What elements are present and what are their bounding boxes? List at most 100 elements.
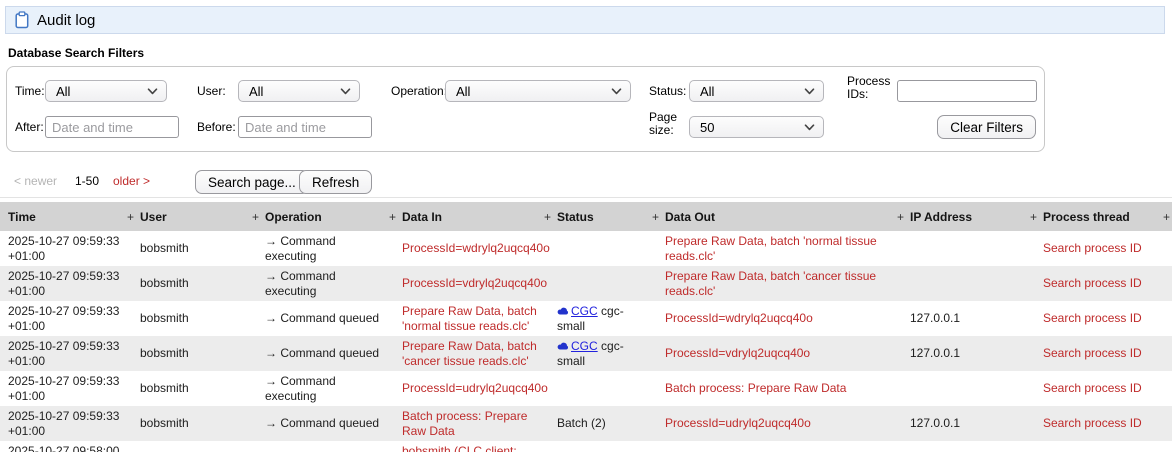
- data-in-link[interactable]: bobsmith (CLC client: clcgenomicswb): [402, 444, 517, 452]
- data-in-link[interactable]: ProcessId=wdrylq2uqcq40o: [402, 241, 550, 255]
- table-row: 2025-10-27 09:59:33 +01:00 bobsmith → Co…: [0, 336, 1172, 371]
- search-process-id-link[interactable]: Search process ID: [1043, 276, 1142, 290]
- result-range: 1-50: [75, 174, 100, 188]
- cell-operation: → Command executing: [265, 269, 336, 298]
- chevron-down-icon: [147, 82, 158, 100]
- search-process-id-link[interactable]: Search process ID: [1043, 346, 1142, 360]
- cell-time: 2025-10-27 09:59:33 +01:00: [8, 339, 120, 368]
- time-filter-label: Time:: [15, 84, 45, 98]
- status-filter-label: Status:: [649, 84, 687, 98]
- cell-time: 2025-10-27 09:59:33 +01:00: [8, 374, 120, 403]
- operation-select[interactable]: All: [445, 80, 631, 102]
- time-select-value: All: [56, 83, 71, 99]
- search-page-button[interactable]: Search page...: [195, 170, 309, 194]
- cloud-icon: [557, 304, 569, 318]
- data-in-link[interactable]: Prepare Raw Data, batch 'cancer tissue r…: [402, 339, 537, 367]
- data-in-link[interactable]: Batch process: Prepare Raw Data: [402, 409, 527, 437]
- chevron-down-icon: [804, 118, 815, 136]
- column-plus-button[interactable]: +: [897, 210, 904, 224]
- cell-operation: → Command queued: [265, 346, 380, 361]
- cell-operation: → Command queued: [265, 416, 380, 431]
- data-out-link[interactable]: Batch process: Prepare Raw Data: [665, 381, 846, 395]
- clear-filters-button[interactable]: Clear Filters: [937, 115, 1036, 139]
- data-in-link[interactable]: ProcessId=vdrylq2uqcq40o: [402, 276, 547, 290]
- pagination-toolbar: < newer 1-50 older > Search page... Refr…: [0, 168, 1172, 196]
- cell-user: bobsmith: [140, 346, 189, 361]
- chevron-down-icon: [340, 82, 351, 100]
- cell-time: 2025-10-27 09:59:33 +01:00: [8, 269, 120, 298]
- cell-status: [547, 231, 655, 266]
- after-filter-label: After:: [15, 120, 44, 134]
- data-in-link[interactable]: Prepare Raw Data, batch 'normal tissue r…: [402, 304, 537, 332]
- refresh-button[interactable]: Refresh: [299, 170, 373, 194]
- data-out-link[interactable]: Prepare Raw Data, batch 'normal tissue r…: [665, 234, 877, 262]
- older-page-link[interactable]: older >: [113, 174, 150, 188]
- before-datetime-input[interactable]: [238, 116, 372, 138]
- table-row: 2025-10-27 09:59:33 +01:00 bobsmith → Co…: [0, 266, 1172, 301]
- after-datetime-input[interactable]: [45, 116, 179, 138]
- column-plus-button[interactable]: +: [652, 210, 659, 224]
- cell-user: bobsmith: [140, 311, 189, 326]
- col-header-status: + Status: [544, 202, 655, 231]
- col-header-data-out: + Data Out: [652, 202, 900, 231]
- user-select[interactable]: All: [238, 80, 360, 102]
- cell-operation: → Login: [255, 441, 392, 452]
- titlebar: Audit log: [5, 6, 1165, 34]
- cgc-link[interactable]: CGC: [557, 339, 598, 353]
- data-out-link[interactable]: ProcessId=vdrylq2uqcq40o: [665, 346, 810, 360]
- data-out-link[interactable]: ProcessId=wdrylq2uqcq40o: [665, 311, 813, 325]
- cell-ip-address: 127.0.0.1: [910, 311, 961, 326]
- cell-status: Batch (2): [557, 416, 606, 431]
- filters-section-title: Database Search Filters: [8, 46, 145, 60]
- column-plus-button[interactable]: +: [1163, 210, 1170, 224]
- table-header-row: Time + User + Operation + Data In + Status +…: [0, 202, 1172, 231]
- audit-log-icon: [14, 11, 30, 29]
- time-select[interactable]: All: [45, 80, 167, 102]
- cell-status: [547, 371, 655, 406]
- cell-user: bobsmith: [140, 381, 189, 396]
- col-header-process-thread: + Process thread: [1030, 202, 1160, 231]
- search-process-id-link[interactable]: Search process ID: [1043, 241, 1142, 255]
- cell-ip-address: 127.0.0.1: [900, 441, 1033, 452]
- process-ids-label: Process IDs:: [847, 74, 891, 101]
- divider: [0, 197, 1172, 198]
- col-header-user: + User: [127, 202, 255, 231]
- cell-time: 2025-10-27 09:59:33 +01:00: [8, 234, 120, 263]
- cell-operation: → Command executing: [265, 234, 336, 263]
- cell-user: bobsmith: [140, 241, 189, 256]
- col-header-time: Time: [0, 202, 130, 231]
- cell-operation: → Command queued: [265, 311, 380, 326]
- cgc-link[interactable]: CGC: [557, 304, 598, 318]
- search-process-id-link[interactable]: Search process ID: [1043, 381, 1142, 395]
- cell-status: [547, 441, 655, 452]
- search-process-id-link[interactable]: Search process ID: [1043, 416, 1142, 430]
- cell-operation: → Command executing: [265, 374, 336, 403]
- cell-user: bobsmith: [140, 416, 189, 431]
- data-out-link[interactable]: ProcessId=udrylq2uqcq40o: [665, 416, 811, 430]
- cell-user: bobsmith: [130, 441, 255, 452]
- search-process-id-link[interactable]: Search process ID: [1043, 311, 1142, 325]
- page-size-select[interactable]: 50: [689, 116, 824, 138]
- column-plus-button[interactable]: +: [1030, 210, 1037, 224]
- cgc-link-label: CGC: [571, 339, 598, 354]
- data-in-link[interactable]: ProcessId=udrylq2uqcq40o: [402, 381, 548, 395]
- column-plus-button[interactable]: +: [127, 210, 134, 224]
- data-out-link[interactable]: Prepare Raw Data, batch 'cancer tissue r…: [665, 269, 876, 297]
- status-select[interactable]: All: [689, 80, 824, 102]
- operation-select-value: All: [456, 83, 471, 99]
- column-plus-button[interactable]: +: [252, 210, 259, 224]
- status-select-value: All: [700, 83, 715, 99]
- audit-log-table: Time + User + Operation + Data In + Status +…: [0, 202, 1172, 452]
- col-header-add: +: [1160, 202, 1172, 231]
- cell-ip-address: [900, 231, 1033, 266]
- column-plus-button[interactable]: +: [544, 210, 551, 224]
- cell-ip-address: [900, 371, 1033, 406]
- table-row: 2025-10-27 09:59:33 +01:00 bobsmith → Co…: [0, 406, 1172, 441]
- operation-filter-label: Operation:: [391, 84, 448, 98]
- cell-ip-address: 127.0.0.1: [910, 346, 961, 361]
- audit-log-page: Audit log Database Search Filters Time: …: [0, 0, 1172, 452]
- table-row: 2025-10-27 09:59:33 +01:00 bobsmith → Co…: [0, 371, 1172, 406]
- process-ids-input[interactable]: [897, 80, 1037, 102]
- column-plus-button[interactable]: +: [389, 210, 396, 224]
- cell-ip-address: [900, 266, 1033, 301]
